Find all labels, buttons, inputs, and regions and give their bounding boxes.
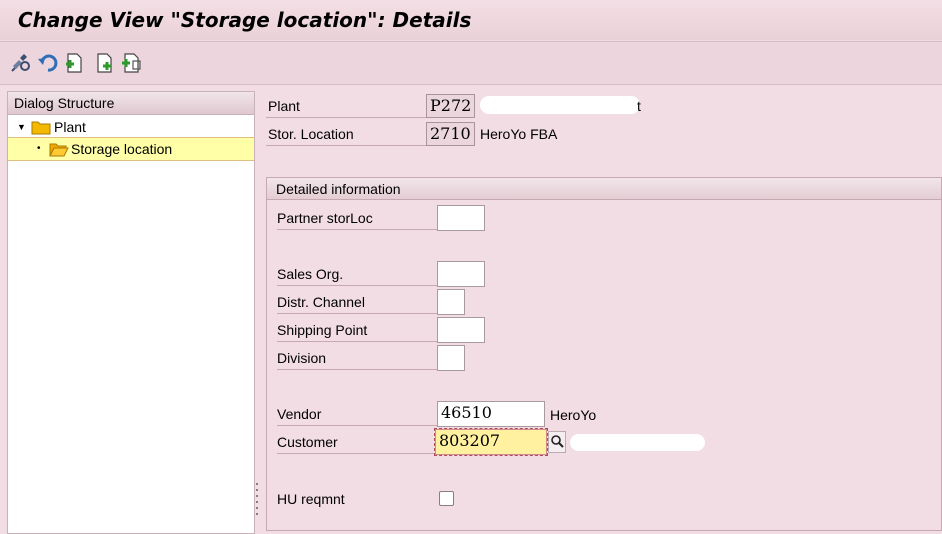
vendor-input[interactable]: 46510 [437, 401, 545, 427]
tree-node-plant[interactable]: ▼ Plant [8, 116, 254, 138]
customer-label: Customer [277, 431, 437, 454]
partner-storloc-label: Partner storLoc [277, 207, 437, 230]
title-bar: Change View "Storage location": Details [0, 0, 942, 40]
stor-location-label: Stor. Location [266, 123, 426, 146]
tree-node-label: Storage location [71, 141, 173, 157]
division-input[interactable] [437, 345, 465, 371]
collapse-triangle-icon[interactable]: ▼ [17, 116, 26, 138]
page-title: Change View "Storage location": Details [18, 8, 472, 32]
plant-field: P272 [426, 94, 475, 118]
vendor-description: HeroYo [550, 407, 597, 423]
dialog-structure-header: Dialog Structure [8, 92, 254, 115]
redacted-customer-description [570, 434, 705, 451]
redacted-plant-description [480, 96, 640, 114]
panel-splitter[interactable] [254, 91, 260, 532]
division-label: Division [277, 347, 437, 370]
new-entries-icon[interactable] [64, 52, 86, 74]
distr-channel-input[interactable] [437, 289, 465, 315]
search-help-button[interactable] [548, 431, 566, 453]
stor-location-description: HeroYo FBA [480, 126, 558, 142]
bullet-icon: • [37, 143, 41, 154]
search-icon [551, 435, 564, 448]
partner-storloc-input[interactable] [437, 205, 485, 231]
detailed-information-group: Detailed information Partner storLoc Sal… [266, 177, 942, 531]
sales-org-label: Sales Org. [277, 263, 437, 286]
plant-label: Plant [266, 95, 426, 118]
display-change-icon[interactable] [10, 52, 32, 74]
undo-icon[interactable] [37, 52, 59, 74]
hu-reqmnt-label: HU reqmnt [277, 491, 345, 507]
delimit-icon[interactable] [121, 52, 143, 74]
sales-org-input[interactable] [437, 261, 485, 287]
open-folder-icon [49, 141, 69, 163]
tree-node-storage-location[interactable]: • Storage location [8, 137, 254, 161]
distr-channel-label: Distr. Channel [277, 291, 437, 314]
stor-location-field: 2710 [426, 122, 475, 146]
plant-description-tail: t [637, 98, 641, 114]
hu-reqmnt-checkbox[interactable] [439, 491, 454, 506]
group-header: Detailed information [267, 178, 941, 200]
tree-node-label: Plant [54, 119, 86, 135]
dialog-structure-panel: Dialog Structure ▼ Plant • Storage locat… [7, 91, 255, 534]
vendor-label: Vendor [277, 403, 437, 426]
shipping-point-label: Shipping Point [277, 319, 437, 342]
copy-as-icon[interactable] [94, 52, 116, 74]
customer-input[interactable]: 803207 [434, 428, 548, 456]
shipping-point-input[interactable] [437, 317, 485, 343]
application-toolbar [0, 41, 942, 85]
